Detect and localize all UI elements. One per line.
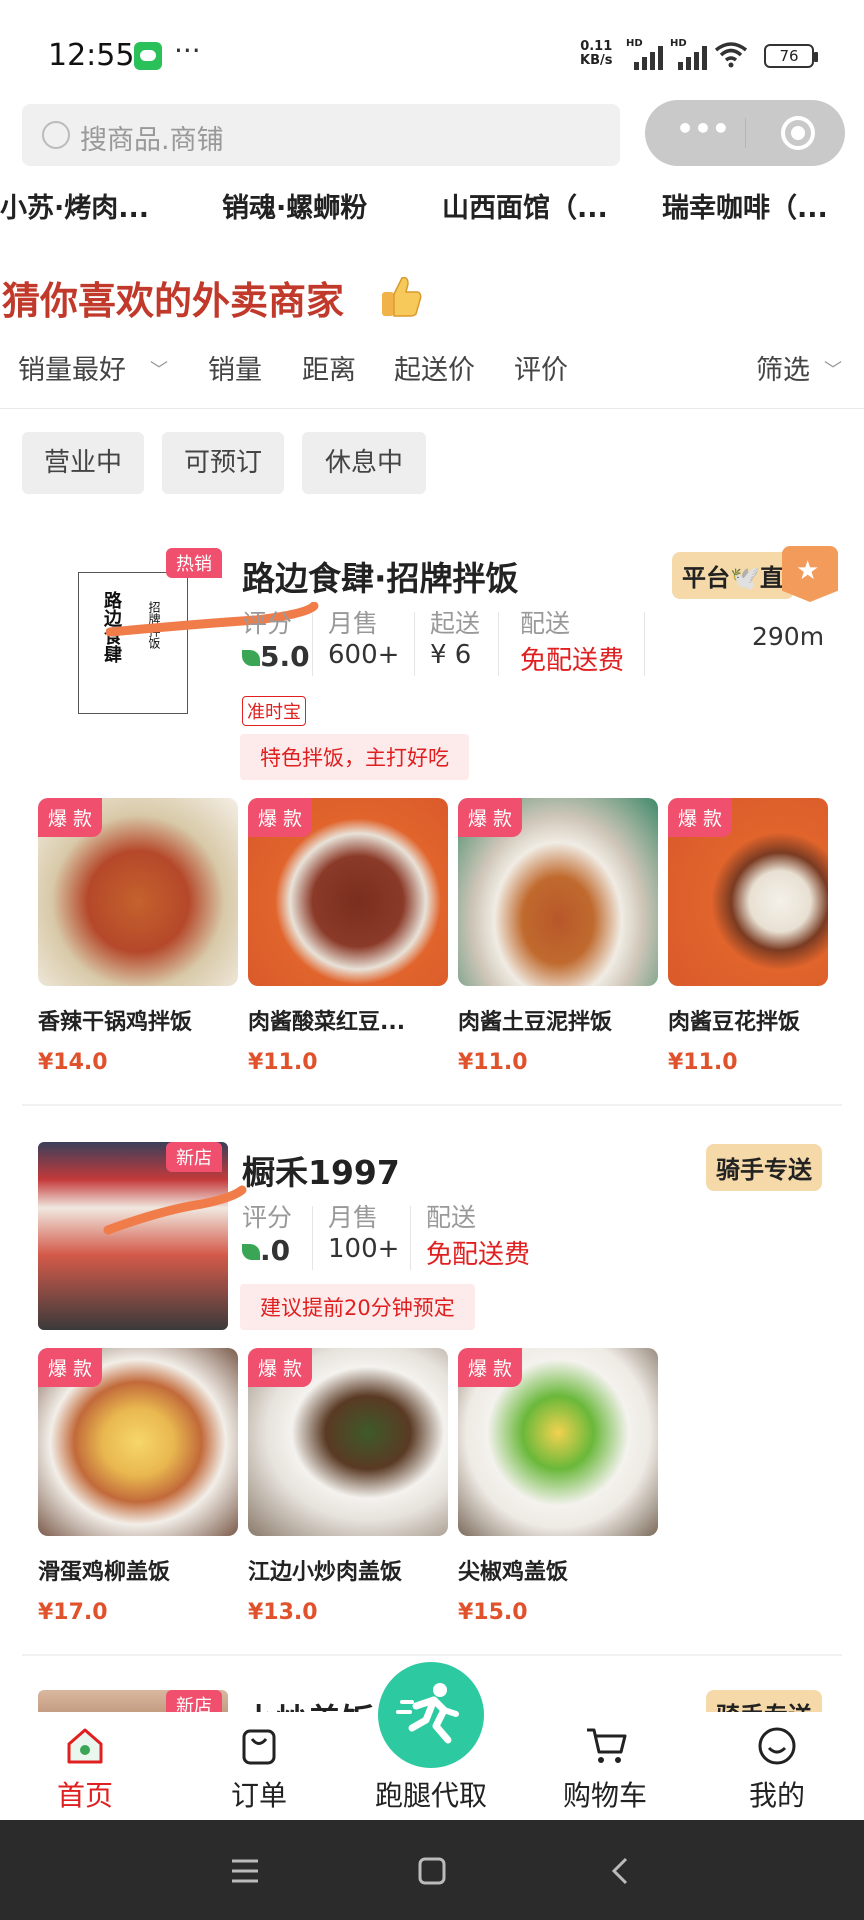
errand-button[interactable] [378,1662,484,1768]
dish-name: 江边小炒肉盖饭 [248,1560,403,1585]
signal-icon: HD [626,38,668,70]
hot-badge: 热销 [166,548,222,578]
recent-shops: 小苏·烤肉... 销魂·螺蛳粉 山西面馆（... 瑞幸咖啡（... [0,186,864,226]
smile-icon [758,1727,796,1765]
search-icon [42,121,70,149]
runner-icon [396,1683,459,1744]
shop-name: 路边食肆·招牌拌饭 [242,559,519,598]
back-icon[interactable] [606,1856,636,1886]
leaf-icon [242,1244,260,1260]
sort-min-order[interactable]: 起送价 [394,348,475,387]
leaf-icon [242,650,260,666]
wechat-icon [134,42,162,70]
hot-item-tag: 爆 款 [248,1348,313,1387]
bag-icon [242,1729,276,1765]
sort-bar: 销量最好 ﹀ 销量 距离 起送价 评价 筛选 ﹀ [0,348,864,408]
sort-distance[interactable]: 距离 [302,348,356,387]
shop-card[interactable]: 路边食肆 招牌拌饭 热销 路边食肆·招牌拌饭 评分 5.0 月售 600+ 起送… [22,540,842,1106]
dish-price: ¥11.0 [668,1050,738,1075]
new-shop-badge: 新店 [166,1142,222,1172]
system-navigation-bar [0,1820,864,1920]
chip-closed[interactable]: 休息中 [302,432,426,494]
dish-name: 肉酱酸菜红豆... [248,1010,406,1035]
miniapp-capsule: ••• [645,100,845,166]
dish-price: ¥17.0 [38,1600,108,1625]
chip-preorder[interactable]: 可预订 [162,432,284,494]
signal-icon-2: HD [670,38,712,70]
status-time: 12:55 [48,38,135,73]
battery-icon: 76 [764,44,818,68]
dish-price: ¥14.0 [38,1050,108,1075]
star-badge-icon: ★ [782,546,838,602]
close-miniapp-button[interactable] [781,116,815,150]
shop-sales: 600+ [328,640,400,670]
punctual-tag: 准时宝 [242,696,306,726]
sort-sales[interactable]: 销量 [208,348,262,387]
wifi-icon [714,42,748,68]
net-speed: 0.11 KB/s [580,39,613,68]
hot-item-tag: 爆 款 [38,1348,103,1387]
hot-item-tag: 爆 款 [248,798,313,837]
sort-rating[interactable]: 评价 [514,348,568,387]
delivery-type-tag: 骑手专送 [706,1144,822,1191]
new-shop-badge: 新店 [166,1690,222,1712]
redaction-stroke [103,1185,247,1235]
shop-delivery-fee: 免配送费 [426,1240,531,1270]
tab-home[interactable]: 首页 [10,1712,160,1820]
shop-distance: 290m [752,622,825,651]
menu-icon[interactable] [230,1856,260,1886]
search-input[interactable]: 搜商品.商铺 [22,104,620,166]
shop-slogan: 特色拌饭，主打好吃 [240,734,469,780]
recent-shop-item[interactable]: 山西面馆（... [442,186,608,225]
dish-price: ¥15.0 [458,1600,528,1625]
dish-name: 滑蛋鸡柳盖饭 [38,1560,171,1585]
shop-card[interactable]: 新店 橱禾1997 骑手专送 评分 .0 月售 100+ 配送 免配送费 建议提… [22,1140,842,1656]
dish-name: 肉酱土豆泥拌饭 [458,1010,613,1035]
dish-price: ¥13.0 [248,1600,318,1625]
sort-best[interactable]: 销量最好 [18,348,126,387]
redaction-stroke [106,602,319,637]
shop-rating: 5.0 [260,640,310,673]
tab-mine[interactable]: 我的 [702,1712,852,1820]
home-nav-icon[interactable] [417,1856,447,1886]
chevron-down-icon: ﹀ [824,360,842,381]
shop-slogan: 建议提前20分钟预定 [240,1284,475,1330]
more-menu-button[interactable]: ••• [675,114,731,150]
shop-rating: .0 [260,1234,291,1267]
dish-price: ¥11.0 [458,1050,528,1075]
shop-delivery-fee: 免配送费 [520,646,625,676]
recent-shop-item[interactable]: 销魂·螺蛳粉 [222,186,367,225]
dish-price: ¥11.0 [248,1050,318,1075]
shop-sales: 100+ [328,1234,400,1264]
hot-item-tag: 爆 款 [458,1348,523,1387]
status-dots: ··· [174,34,201,67]
shop-logo: 路边食肆 招牌拌饭 [78,572,188,714]
recent-shop-item[interactable]: 小苏·烤肉... [0,186,149,225]
home-icon [67,1728,103,1764]
delivery-type-tag: 平台🕊️直 [672,552,794,599]
tab-cart[interactable]: 购物车 [530,1712,680,1820]
dish-name: 香辣干锅鸡拌饭 [38,1010,193,1035]
shop-name: 橱禾1997 [242,1153,400,1192]
filter-button[interactable]: 筛选 [756,348,810,387]
dish-name: 肉酱豆花拌饭 [668,1010,801,1035]
chevron-down-icon: ﹀ [150,360,168,381]
thumbs-up-icon [382,276,422,317]
chip-open[interactable]: 营业中 [22,432,144,494]
shop-name: 小炒盖饭 [242,1694,374,1712]
tab-orders[interactable]: 订单 [184,1712,334,1820]
section-title: 猜你喜欢的外卖商家 [2,279,345,323]
delivery-type-tag: 骑手专送 [706,1690,822,1712]
hot-item-tag: 爆 款 [668,798,733,837]
recent-shop-item[interactable]: 瑞幸咖啡（... [662,186,828,225]
shop-min-order: ¥ 6 [430,640,472,670]
hot-item-tag: 爆 款 [38,798,103,837]
divider [0,408,864,409]
hot-item-tag: 爆 款 [458,798,523,837]
status-bar: 12:55 ··· 0.11 KB/s HD HD 76 [0,0,864,100]
search-placeholder: 搜商品.商铺 [80,125,224,156]
cart-icon [587,1728,627,1763]
dish-name: 尖椒鸡盖饭 [458,1560,569,1585]
